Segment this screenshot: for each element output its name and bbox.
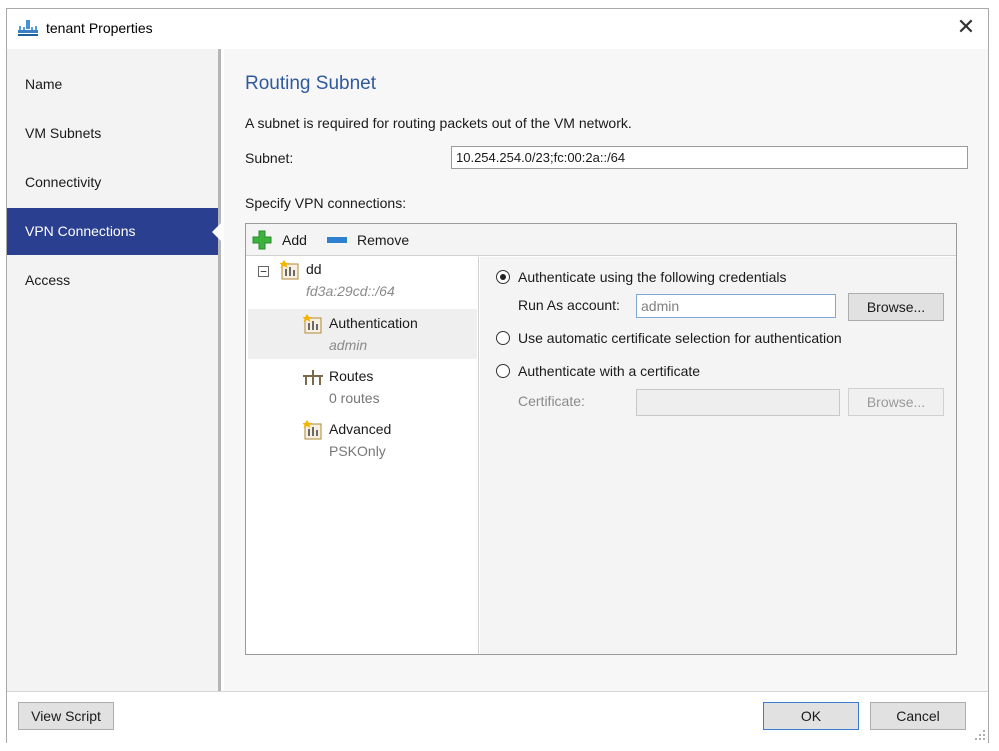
tree-item-title: Authentication xyxy=(329,315,418,331)
add-button[interactable]: Add xyxy=(252,224,318,256)
tree-item-title: Advanced xyxy=(329,421,392,437)
ok-button[interactable]: OK xyxy=(763,702,859,730)
browse-certificate-button: Browse... xyxy=(848,388,944,416)
subnet-description: A subnet is required for routing packets… xyxy=(245,115,632,131)
properties-dialog: tenant Properties ✕ Name VM Subnets Conn… xyxy=(6,8,989,743)
sidebar: Name VM Subnets Connectivity VPN Connect… xyxy=(7,49,221,691)
sidebar-item-connectivity[interactable]: Connectivity xyxy=(7,159,218,206)
page-title: Routing Subnet xyxy=(245,73,376,94)
run-as-label: Run As account: xyxy=(518,297,620,313)
window-title: tenant Properties xyxy=(46,20,153,36)
radio-button[interactable] xyxy=(496,364,510,378)
vpn-toolbar: Add Remove xyxy=(246,224,956,256)
subnet-label: Subnet: xyxy=(245,150,294,166)
network-icon xyxy=(18,20,38,36)
add-icon xyxy=(252,230,272,250)
vpn-tree: − dd fd3a:29cd::/64 Authentication admin… xyxy=(246,257,479,654)
connection-icon xyxy=(280,260,299,280)
dialog-footer: View Script OK Cancel xyxy=(7,691,988,743)
add-label: Add xyxy=(282,232,307,248)
view-script-button[interactable]: View Script xyxy=(18,702,114,730)
tree-item-advanced[interactable]: Advanced PSKOnly xyxy=(248,415,477,465)
resize-grip-icon[interactable] xyxy=(974,729,986,741)
run-as-input[interactable] xyxy=(636,294,836,318)
cancel-button[interactable]: Cancel xyxy=(870,702,966,730)
subnet-input[interactable] xyxy=(451,146,968,169)
sidebar-item-name[interactable]: Name xyxy=(7,61,218,108)
radio-certificate-label: Authenticate with a certificate xyxy=(518,363,701,379)
tree-root-subtitle: fd3a:29cd::/64 xyxy=(306,283,395,299)
tree-item-title: Routes xyxy=(329,368,374,384)
radio-credentials-label: Authenticate using the following credent… xyxy=(518,269,787,285)
sidebar-item-vpn-connections[interactable]: VPN Connections xyxy=(7,208,221,255)
remove-label: Remove xyxy=(357,232,410,248)
tree-root-dd[interactable]: − dd fd3a:29cd::/64 xyxy=(246,257,479,307)
collapse-icon[interactable]: − xyxy=(258,266,269,277)
authentication-pane: Authenticate using the following credent… xyxy=(480,257,956,654)
close-icon[interactable]: ✕ xyxy=(954,15,978,41)
routes-icon xyxy=(303,370,323,385)
remove-icon xyxy=(327,237,347,243)
radio-button-checked[interactable] xyxy=(496,270,510,284)
browse-account-button[interactable]: Browse... xyxy=(848,293,944,321)
connection-icon xyxy=(303,314,322,334)
tree-item-subtitle: 0 routes xyxy=(329,390,380,406)
remove-button[interactable]: Remove xyxy=(327,224,422,256)
tree-item-authentication[interactable]: Authentication admin xyxy=(248,309,477,359)
sidebar-item-access[interactable]: Access xyxy=(7,257,218,304)
sidebar-item-vm-subnets[interactable]: VM Subnets xyxy=(7,110,218,157)
radio-button[interactable] xyxy=(496,331,510,345)
vpn-connections-label: Specify VPN connections: xyxy=(245,195,407,211)
tree-item-subtitle: admin xyxy=(329,337,368,353)
tree-item-routes[interactable]: Routes 0 routes xyxy=(248,362,477,412)
title-bar: tenant Properties ✕ xyxy=(7,9,988,49)
tree-item-subtitle: PSKOnly xyxy=(329,443,386,459)
certificate-input xyxy=(636,389,840,416)
connection-icon xyxy=(303,420,322,440)
tree-root-title: dd xyxy=(306,261,322,277)
certificate-label: Certificate: xyxy=(518,393,585,409)
radio-auto-certificate-label: Use automatic certificate selection for … xyxy=(518,330,842,346)
main-content: Routing Subnet A subnet is required for … xyxy=(224,49,988,691)
vpn-connections-panel: Add Remove − dd fd3a:29cd::/64 Authentic… xyxy=(245,223,957,655)
